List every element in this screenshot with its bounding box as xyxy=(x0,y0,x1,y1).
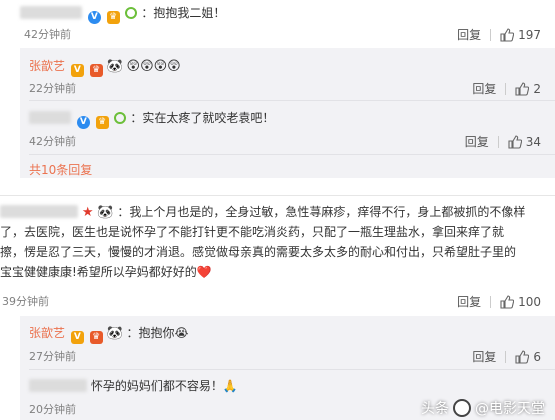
reply-time: 27分钟前 xyxy=(29,350,76,363)
vip-icon: V xyxy=(70,331,84,344)
reply-link[interactable]: 回复 xyxy=(472,348,496,365)
watermark-prefix: 头条 xyxy=(421,401,449,417)
vip-icon: V xyxy=(70,64,84,77)
star-icon: ★ xyxy=(81,205,94,220)
action-divider xyxy=(497,135,499,148)
like-count: 2 xyxy=(533,81,541,96)
reply-text: 😲😲😲😲 xyxy=(126,59,181,74)
reply-divider xyxy=(29,369,555,370)
like-count: 6 xyxy=(533,349,541,364)
action-divider xyxy=(505,350,507,363)
comment-divider xyxy=(0,195,555,196)
action-divider xyxy=(505,82,507,95)
more-replies-link[interactable]: 共10条回复 xyxy=(29,161,92,178)
reply-time: 42分钟前 xyxy=(29,135,76,148)
comment-actions: 回复 197 xyxy=(457,26,541,43)
like-count: 197 xyxy=(518,27,541,42)
reply-divider xyxy=(29,100,555,101)
thumbs-up-icon[interactable] xyxy=(515,349,530,364)
blurred-username[interactable] xyxy=(29,111,71,124)
reply-divider xyxy=(29,154,555,155)
reply-box: 张歆艺 V ♛ 🐼 😲😲😲😲 22分钟前 回复 2 V ♛ ：实在太疼了就咬老袁… xyxy=(20,48,555,178)
comment-time: 39分钟前 xyxy=(2,295,49,308)
thumbs-up-icon[interactable] xyxy=(500,27,515,42)
reply-actions: 回复 34 xyxy=(465,133,541,150)
verified-v-icon: V xyxy=(87,11,101,24)
watermark-logo-icon xyxy=(453,399,471,417)
panda-icon: 🐼 xyxy=(106,59,123,74)
like-count: 34 xyxy=(525,134,541,149)
watermark-handle: @电影天堂 xyxy=(475,401,545,417)
reply-4: 怀孕的妈妈们都不容易！🙏 xyxy=(29,377,238,394)
reply-text: ：实在太疼了就咬老袁吧！ xyxy=(130,111,275,125)
reply-text: ：抱抱你😭 xyxy=(126,326,189,340)
comment-actions: 回复 100 xyxy=(457,293,541,310)
reply-time: 22分钟前 xyxy=(29,82,76,95)
reply-link[interactable]: 回复 xyxy=(472,80,496,97)
blurred-username[interactable] xyxy=(29,379,87,392)
action-divider xyxy=(490,28,492,41)
thumbs-up-icon[interactable] xyxy=(500,294,515,309)
verified-v-icon: V xyxy=(76,116,90,129)
reply-link[interactable]: 回复 xyxy=(457,293,481,310)
comment-text: ：抱抱我二姐！ xyxy=(141,6,226,20)
comment-text-line-2: 了，去医院，医生也是说怀孕了不能打针更不能吃消炎药，只配了一瓶生理盐水，拿回来痒… xyxy=(0,225,505,239)
vip-crown-icon: ♛ xyxy=(89,64,103,77)
comment-text-line-3: 擦，愣是忍了三天，慢慢的才消退。感觉做母亲真的需要太多太多的耐心和付出，只希望肚… xyxy=(0,245,517,259)
comment-text-line-4: 宝宝健健康康!希望所以孕妈都好好的❤️ xyxy=(0,265,212,279)
level-circle-icon xyxy=(125,7,138,19)
vip-crown-icon: ♛ xyxy=(106,11,120,24)
reply-1: 张歆艺 V ♛ 🐼 😲😲😲😲 xyxy=(29,57,181,77)
panda-icon: 🐼 xyxy=(106,326,123,341)
reply-link[interactable]: 回复 xyxy=(465,133,489,150)
vip-crown-icon: ♛ xyxy=(95,116,109,129)
reply-time: 20分钟前 xyxy=(29,403,76,416)
reply-2: V ♛ ：实在太疼了就咬老袁吧！ xyxy=(29,109,274,129)
thumbs-up-icon[interactable] xyxy=(515,81,530,96)
reply-actions: 回复 2 xyxy=(472,80,541,97)
blurred-username[interactable] xyxy=(20,6,82,19)
like-count: 100 xyxy=(518,294,541,309)
reply-author[interactable]: 张歆艺 xyxy=(29,59,65,73)
thumbs-up-icon[interactable] xyxy=(508,134,522,149)
reply-link[interactable]: 回复 xyxy=(457,26,481,43)
comment-text-line-1: ：我上个月也是的，全身过敏，急性荨麻疹，痒得不行，身上都被抓的不像样 xyxy=(117,205,526,219)
watermark: 头条 @电影天堂 xyxy=(421,398,545,418)
blurred-username[interactable] xyxy=(0,205,78,218)
comment-time: 42分钟前 xyxy=(24,28,71,41)
comment-2: ★ 🐼 ：我上个月也是的，全身过敏，急性荨麻疹，痒得不行，身上都被抓的不像样 了… xyxy=(0,200,555,312)
reply-text: 怀孕的妈妈们都不容易！🙏 xyxy=(90,379,238,393)
action-divider xyxy=(490,295,492,308)
comment-1: V ♛ ：抱抱我二姐！ 42分钟前 回复 197 xyxy=(0,0,555,48)
reply-3: 张歆艺 V ♛ 🐼 ：抱抱你😭 xyxy=(29,324,189,344)
vip-crown-icon: ♛ xyxy=(89,331,103,344)
level-circle-icon xyxy=(114,112,127,124)
reply-author[interactable]: 张歆艺 xyxy=(29,326,65,340)
reply-actions: 回复 6 xyxy=(472,348,541,365)
panda-icon: 🐼 xyxy=(97,205,114,220)
